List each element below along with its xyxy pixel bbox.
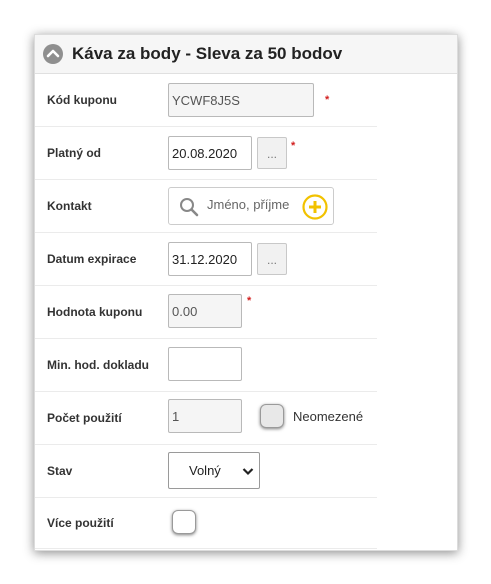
kontakt-label: Kontakt <box>47 199 92 213</box>
row-stav: Stav Volný <box>35 445 377 498</box>
row-pocet-pouziti: Počet použití Neomezené <box>35 392 377 445</box>
platny-od-label: Platný od <box>47 146 102 160</box>
row-vice-pouziti: Více použití <box>35 498 377 549</box>
required-marker: * <box>291 140 296 152</box>
kod-kuponu-field[interactable] <box>168 83 314 117</box>
kontakt-search-field[interactable]: Jméno, příjme <box>168 187 334 225</box>
row-kod-kuponu: Kód kuponu * <box>35 74 377 127</box>
platny-od-field[interactable] <box>168 136 252 170</box>
kod-kuponu-label: Kód kuponu <box>47 93 117 107</box>
panel-header: Káva za body - Sleva za 50 bodov <box>35 35 457 74</box>
required-marker: * <box>325 94 330 106</box>
stav-selected-value: Volný <box>189 463 221 478</box>
collapse-button[interactable] <box>43 44 63 64</box>
vice-pouziti-checkbox[interactable] <box>172 510 196 534</box>
coupon-panel: Káva za body - Sleva za 50 bodov Kód kup… <box>34 34 458 551</box>
chevron-up-icon <box>46 49 60 58</box>
hodnota-kuponu-label: Hodnota kuponu <box>47 305 143 319</box>
neomezene-label: Neomezené <box>293 409 364 424</box>
hodnota-kuponu-field[interactable] <box>168 294 242 328</box>
row-platny-od: Platný od ... * <box>35 127 377 180</box>
platny-od-picker-button[interactable]: ... <box>257 137 287 169</box>
min-hod-dokladu-label: Min. hod. dokladu <box>47 358 149 372</box>
required-marker: * <box>247 295 252 307</box>
pocet-pouziti-label: Počet použití <box>47 411 122 425</box>
row-hodnota-kuponu: Hodnota kuponu * <box>35 286 377 339</box>
vice-pouziti-label: Více použití <box>47 516 114 530</box>
row-min-hod-dokladu: Min. hod. dokladu <box>35 339 377 392</box>
chevron-down-icon <box>242 468 254 476</box>
row-datum-expirace: Datum expirace ... <box>35 233 377 286</box>
row-kontakt: Kontakt Jméno, příjme <box>35 180 377 233</box>
datum-expirace-picker-button[interactable]: ... <box>257 243 287 275</box>
datum-expirace-field[interactable] <box>168 242 252 276</box>
plus-circle-icon[interactable] <box>302 194 328 220</box>
search-icon <box>180 198 199 217</box>
stav-label: Stav <box>47 464 73 478</box>
neomezene-checkbox[interactable] <box>260 404 284 428</box>
panel-title: Káva za body - Sleva za 50 bodov <box>72 44 343 63</box>
min-hod-dokladu-field[interactable] <box>168 347 242 381</box>
kontakt-placeholder: Jméno, příjme <box>207 197 290 212</box>
stav-select[interactable]: Volný <box>168 452 260 489</box>
datum-expirace-label: Datum expirace <box>47 252 137 266</box>
pocet-pouziti-field[interactable] <box>168 399 242 433</box>
